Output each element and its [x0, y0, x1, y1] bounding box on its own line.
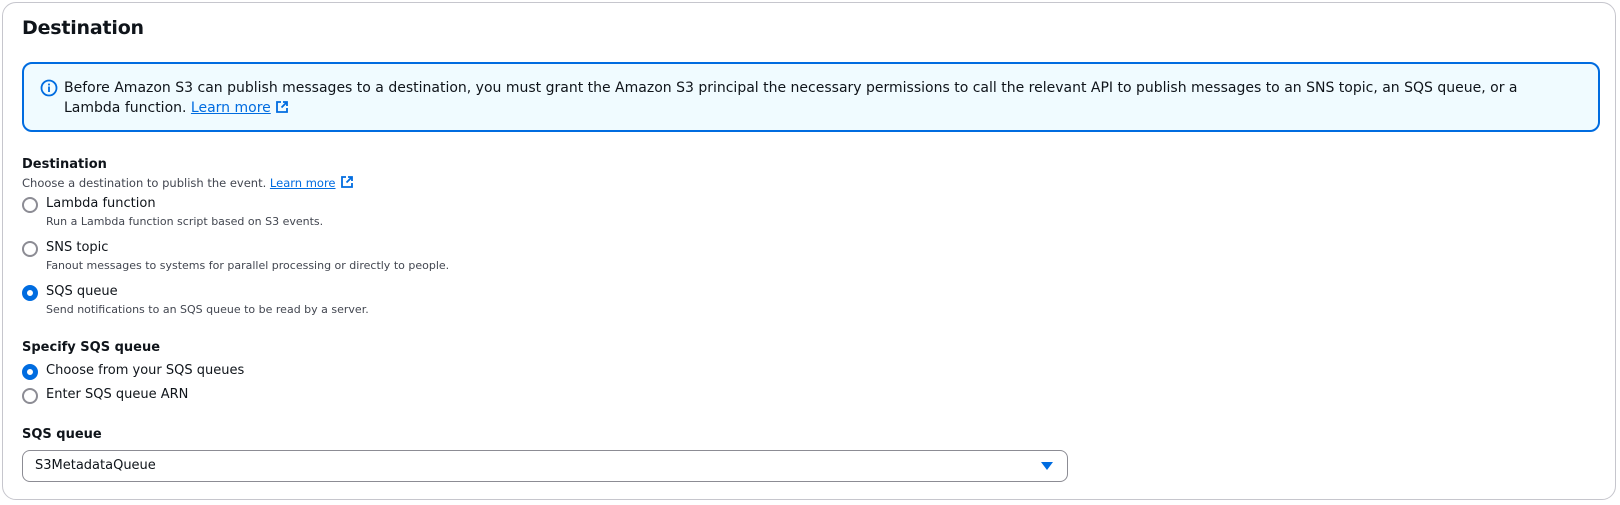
info-icon [40, 79, 58, 97]
external-link-icon [275, 101, 288, 113]
specify-sqs-queue-label: Specify SQS queue [22, 340, 161, 355]
radio-sqs-queue-description: Send notifications to an SQS queue to be… [46, 303, 369, 316]
sqs-queue-label: SQS queue [22, 427, 102, 442]
radio-choose-from-queues-control[interactable] [22, 364, 38, 380]
external-link-icon [340, 176, 353, 188]
info-learn-more-label: Learn more [190, 100, 271, 116]
sqs-queue-select[interactable]: S3MetadataQueue [22, 450, 1068, 482]
radio-sns-topic-description: Fanout messages to systems for parallel … [46, 259, 450, 272]
radio-enter-queue-arn-control[interactable] [22, 388, 38, 404]
panel-title: Destination [22, 17, 144, 39]
radio-sns-topic-label: SNS topic [46, 240, 109, 255]
destination-learn-more-label: Learn more [269, 176, 336, 190]
info-learn-more-link[interactable]: Learn more [191, 100, 289, 116]
radio-lambda-function-label: Lambda function [46, 196, 156, 211]
radio-sqs-queue-control[interactable] [22, 285, 38, 301]
info-alert: Before Amazon S3 can publish messages to… [22, 62, 1600, 132]
radio-lambda-function-description: Run a Lambda function script based on S3… [46, 215, 324, 228]
sqs-queue-selected-value: S3MetadataQueue [35, 458, 156, 473]
caret-down-icon [1041, 462, 1053, 470]
destination-learn-more-link[interactable]: Learn more [270, 176, 354, 190]
destination-description-text: Choose a destination to publish the even… [22, 176, 270, 190]
destination-description: Choose a destination to publish the even… [22, 175, 354, 190]
radio-sns-topic-control[interactable] [22, 241, 38, 257]
info-alert-text: Before Amazon S3 can publish messages to… [64, 78, 1544, 118]
radio-choose-from-queues-label: Choose from your SQS queues [46, 363, 245, 378]
radio-sqs-queue-label: SQS queue [46, 284, 118, 299]
radio-enter-queue-arn-label: Enter SQS queue ARN [46, 387, 189, 402]
radio-lambda-function-control[interactable] [22, 197, 38, 213]
destination-label: Destination [22, 157, 107, 172]
